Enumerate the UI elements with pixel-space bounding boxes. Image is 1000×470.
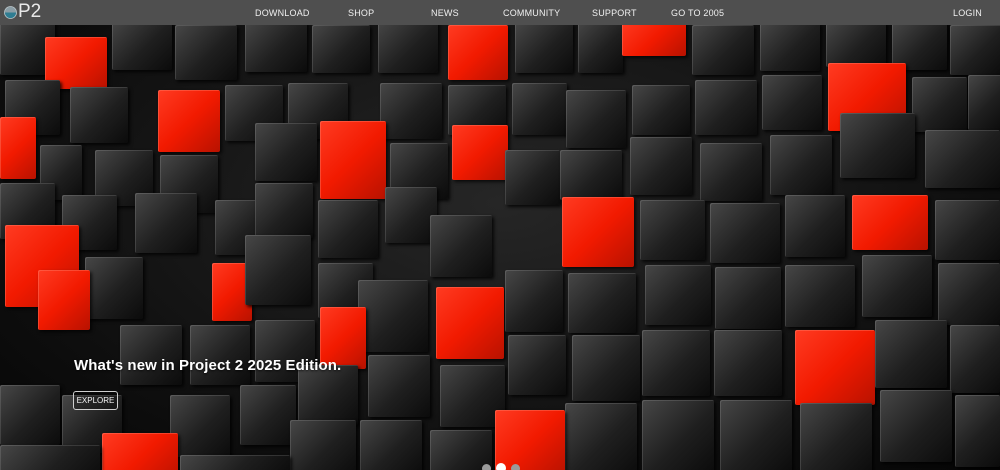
nav-shop[interactable]: SHOP [348,0,374,25]
carousel-dot-3[interactable] [511,464,520,470]
nav-news[interactable]: NEWS [431,0,459,25]
carousel-indicators [482,463,520,470]
logo-text: P2 [18,1,42,22]
nav-download[interactable]: DOWNLOAD [255,0,310,25]
hero-banner: What's new in Project 2 2025 Edition. EX… [0,25,1000,470]
top-navigation-bar: P2 DOWNLOAD SHOP NEWS COMMUNITY SUPPORT … [0,0,1000,25]
carousel-dot-1[interactable] [482,464,491,470]
nav-support[interactable]: SUPPORT [592,0,637,25]
site-logo[interactable]: P2 [4,2,41,22]
hero-headline: What's new in Project 2 2025 Edition. [74,357,342,374]
nav-login[interactable]: LOGIN [953,0,982,25]
carousel-dot-2-active[interactable] [496,463,506,470]
nav-go-to-2005[interactable]: GO TO 2005 [671,0,724,25]
explore-button[interactable]: EXPLORE [73,391,118,410]
logo-globe-icon [4,5,17,19]
nav-community[interactable]: COMMUNITY [503,0,560,25]
